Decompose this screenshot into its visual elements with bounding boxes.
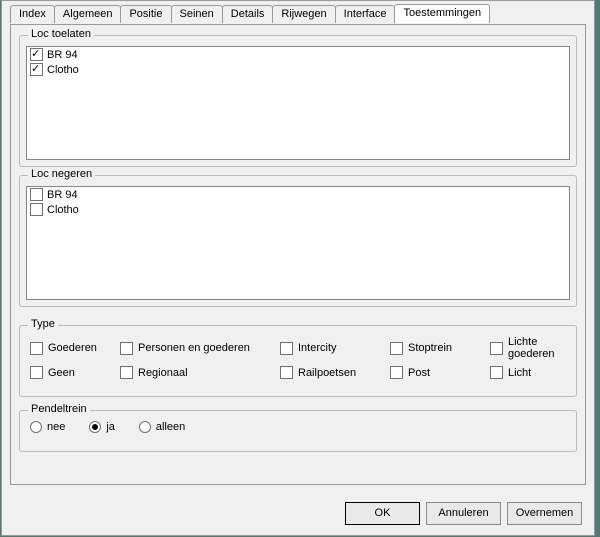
checkbox[interactable] — [30, 342, 43, 355]
tab-details[interactable]: Details — [222, 5, 274, 23]
group-loc-negeren: Loc negeren BR 94Clotho — [19, 175, 577, 307]
group-loc-toelaten: Loc toelaten BR 94Clotho — [19, 35, 577, 167]
list-item[interactable]: BR 94 — [27, 187, 569, 202]
checkbox-label: Goederen — [48, 342, 97, 354]
radio-label: ja — [106, 421, 115, 433]
type-grid: Goederen Personen en goederen Intercity Sto… — [30, 336, 566, 379]
list-item-label: BR 94 — [47, 189, 78, 201]
tab-seinen[interactable]: Seinen — [171, 5, 223, 23]
checkbox[interactable] — [390, 342, 403, 355]
checkbox[interactable] — [280, 342, 293, 355]
tab-positie[interactable]: Positie — [120, 5, 171, 23]
checkbox[interactable] — [390, 366, 403, 379]
group-title: Loc negeren — [28, 168, 95, 180]
tab-algemeen[interactable]: Algemeen — [54, 5, 122, 23]
radio-label: nee — [47, 421, 65, 433]
type-checkbox-lichte-goederen[interactable]: Lichte goederen — [490, 336, 566, 360]
radio-button[interactable] — [139, 421, 151, 433]
checkbox-label: Licht — [508, 367, 531, 379]
checkbox-label: Intercity — [298, 342, 337, 354]
cancel-button[interactable]: Annuleren — [426, 502, 501, 525]
list-item[interactable]: BR 94 — [27, 47, 569, 62]
tab-rijwegen[interactable]: Rijwegen — [272, 5, 335, 23]
group-title: Pendeltrein — [28, 403, 90, 415]
type-checkbox-licht[interactable]: Licht — [490, 366, 566, 379]
checkbox-label: Personen en goederen — [138, 342, 250, 354]
checkbox-label: Post — [408, 367, 430, 379]
checkbox[interactable] — [120, 342, 133, 355]
checkbox[interactable] — [30, 63, 43, 76]
type-checkbox-stoptrein[interactable]: Stoptrein — [390, 342, 490, 355]
tab-index[interactable]: Index — [10, 5, 55, 23]
group-title: Loc toelaten — [28, 28, 94, 40]
checkbox-label: Regionaal — [138, 367, 188, 379]
group-type: Type GoederenPersonen en goederenInterci… — [19, 325, 577, 397]
radio-ja[interactable]: ja — [89, 421, 115, 433]
apply-button[interactable]: Overnemen — [507, 502, 582, 525]
checkbox[interactable] — [30, 366, 43, 379]
list-item[interactable]: Clotho — [27, 202, 569, 217]
tab-interface[interactable]: Interface — [335, 5, 396, 23]
checkbox[interactable] — [30, 48, 43, 61]
tab-bar: IndexAlgemeenPositieSeinenDetailsRijwege… — [10, 5, 489, 23]
listbox-loc-negeren[interactable]: BR 94 Clotho — [26, 186, 570, 300]
checkbox[interactable] — [30, 188, 43, 201]
dialog-window: IndexAlgemeenPositieSeinenDetailsRijwege… — [1, 0, 595, 536]
listbox-loc-toelaten[interactable]: BR 94 Clotho — [26, 46, 570, 160]
group-pendeltrein: Pendeltrein neejaalleen — [19, 410, 577, 452]
checkbox-label: Stoptrein — [408, 342, 452, 354]
checkbox[interactable] — [490, 342, 503, 355]
checkbox[interactable] — [490, 366, 503, 379]
type-checkbox-railpoetsen[interactable]: Railpoetsen — [280, 366, 390, 379]
list-item-label: Clotho — [47, 64, 79, 76]
radio-row: nee ja alleen — [30, 421, 185, 433]
type-checkbox-post[interactable]: Post — [390, 366, 490, 379]
tab-page-toestemmingen: Loc toelaten BR 94 Clotho Loc negeren BR … — [10, 24, 586, 485]
radio-alleen[interactable]: alleen — [139, 421, 185, 433]
type-checkbox-goederen[interactable]: Goederen — [30, 342, 120, 355]
type-checkbox-regionaal[interactable]: Regionaal — [120, 366, 280, 379]
group-title: Type — [28, 318, 58, 330]
list-item-label: Clotho — [47, 204, 79, 216]
list-item-label: BR 94 — [47, 49, 78, 61]
button-bar: OK Annuleren Overnemen — [345, 502, 582, 525]
checkbox[interactable] — [280, 366, 293, 379]
checkbox[interactable] — [120, 366, 133, 379]
type-checkbox-personen-en-goederen[interactable]: Personen en goederen — [120, 342, 280, 355]
tab-toestemmingen[interactable]: Toestemmingen — [394, 4, 490, 23]
radio-button[interactable] — [30, 421, 42, 433]
radio-nee[interactable]: nee — [30, 421, 65, 433]
radio-label: alleen — [156, 421, 185, 433]
ok-button[interactable]: OK — [345, 502, 420, 525]
checkbox-label: Geen — [48, 367, 75, 379]
radio-button[interactable] — [89, 421, 101, 433]
checkbox[interactable] — [30, 203, 43, 216]
checkbox-label: Railpoetsen — [298, 367, 356, 379]
type-checkbox-geen[interactable]: Geen — [30, 366, 120, 379]
type-checkbox-intercity[interactable]: Intercity — [280, 342, 390, 355]
list-item[interactable]: Clotho — [27, 62, 569, 77]
checkbox-label: Lichte goederen — [508, 336, 566, 360]
